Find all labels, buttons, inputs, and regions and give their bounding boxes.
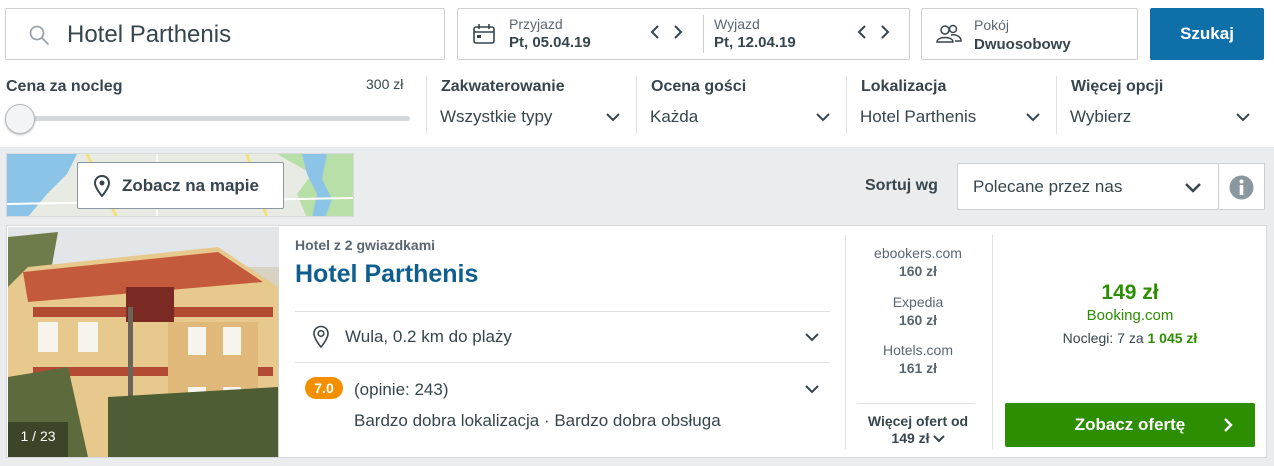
sort-value: Polecane przez nas	[973, 177, 1123, 196]
search-button[interactable]: Szukaj	[1150, 8, 1264, 60]
calendar-icon	[473, 24, 495, 44]
checkin-value[interactable]: Pt, 05.04.19	[509, 34, 591, 51]
search-query[interactable]: Hotel Parthenis	[67, 21, 231, 49]
accommodation-dropdown[interactable]: Wszystkie typy	[440, 100, 622, 134]
filter-divider	[846, 76, 847, 134]
nights-text: Noclegi: 7 za	[1062, 330, 1144, 346]
more-offers-link[interactable]: Więcej ofert od 149 zł	[853, 413, 983, 447]
checkin-label: Przyjazd	[509, 16, 563, 32]
view-map-label: Zobacz na mapie	[122, 175, 259, 195]
sort-info-button[interactable]	[1219, 163, 1265, 210]
more-options-value: Wybierz	[1070, 107, 1132, 126]
partner-name: Expedia	[892, 294, 944, 310]
partner-price: 161 zł	[898, 360, 938, 376]
checkin-next-icon[interactable]	[671, 24, 685, 40]
search-icon	[29, 25, 49, 45]
view-map-button[interactable]: Zobacz na mapie	[77, 162, 284, 209]
rating-value: Każda	[650, 107, 699, 126]
accommodation-filter-label: Zakwaterowanie	[441, 78, 565, 95]
partner-price: 160 zł	[898, 263, 938, 279]
view-deal-button[interactable]: Zobacz ofertę	[1005, 403, 1255, 447]
room-selector[interactable]: Pokój Dwuosobowy	[921, 8, 1138, 60]
chevron-down-icon	[932, 434, 945, 442]
partner-offer[interactable]: Hotels.com 161 zł	[853, 342, 983, 376]
column-divider	[845, 235, 846, 449]
search-input[interactable]: Hotel Parthenis	[5, 8, 445, 60]
offers-divider	[857, 403, 975, 404]
checkout-prev-icon[interactable]	[855, 24, 869, 40]
location-dropdown[interactable]: Hotel Parthenis	[860, 100, 1042, 134]
chevron-down-icon	[606, 113, 620, 122]
location-value: Hotel Parthenis	[860, 107, 977, 126]
chevron-down-icon	[1185, 183, 1201, 193]
map-pin-icon	[313, 325, 329, 349]
chevron-down-icon	[1026, 113, 1040, 122]
hotel-name-link[interactable]: Hotel Parthenis	[295, 260, 478, 289]
sort-label: Sortuj wg	[865, 177, 938, 194]
more-options-dropdown[interactable]: Wybierz	[1070, 100, 1252, 134]
filter-divider	[426, 76, 427, 134]
hotel-photo-image	[8, 227, 279, 457]
reviews-count[interactable]: (opinie: 243)	[354, 380, 449, 400]
filter-divider	[1056, 76, 1057, 134]
room-value: Dwuosobowy	[974, 36, 1071, 53]
checkout-value[interactable]: Pt, 12.04.19	[714, 34, 796, 51]
checkin-prev-icon[interactable]	[648, 24, 662, 40]
partner-price: 160 zł	[898, 312, 938, 328]
hotel-location-text: Wula, 0.2 km do plaży	[345, 327, 512, 346]
chevron-down-icon	[805, 333, 819, 342]
date-divider	[703, 15, 704, 53]
photo-counter: 1 / 23	[20, 428, 56, 444]
price-slider-track[interactable]	[10, 116, 410, 121]
price-filter-label: Cena za nocleg	[6, 78, 123, 95]
location-filter-label: Lokalizacja	[861, 78, 947, 95]
review-highlights: Bardzo dobra lokalizacja · Bardzo dobra …	[354, 411, 721, 430]
column-divider	[992, 235, 993, 449]
rating-filter-label: Ocena gości	[651, 78, 747, 95]
chevron-right-icon	[1224, 418, 1233, 432]
more-options-label: Więcej opcji	[1071, 78, 1164, 95]
partner-offer[interactable]: Expedia 160 zł	[853, 294, 983, 328]
best-price-site: Booking.com	[1086, 307, 1174, 324]
room-label: Pokój	[974, 17, 1010, 33]
checkout-label: Wyjazd	[714, 16, 760, 32]
filter-divider	[636, 76, 637, 134]
best-price: 149 zł	[1101, 281, 1159, 304]
checkout-next-icon[interactable]	[878, 24, 892, 40]
sort-dropdown[interactable]: Polecane przez nas	[957, 163, 1219, 210]
rating-dropdown[interactable]: Każda	[650, 100, 832, 134]
date-picker[interactable]: Przyjazd Pt, 05.04.19 Wyjazd Pt, 12.04.1…	[457, 8, 910, 60]
row-divider	[295, 362, 830, 363]
more-offers-label: Więcej ofert od	[867, 413, 969, 429]
chevron-down-icon	[816, 113, 830, 122]
hotel-stars-text: Hotel z 2 gwiazdkami	[295, 237, 436, 253]
price-slider-handle[interactable]	[5, 104, 35, 134]
view-deal-label: Zobacz ofertę	[1074, 415, 1186, 434]
chevron-down-icon[interactable]	[805, 384, 819, 394]
partner-name: Hotels.com	[882, 342, 954, 358]
more-offers-price: 149 zł	[891, 430, 930, 446]
nights-total: Noclegi: 7 za 1 045 zł	[1005, 330, 1255, 346]
hotel-photo[interactable]	[8, 227, 279, 457]
partner-offer[interactable]: ebookers.com 160 zł	[853, 245, 983, 279]
guests-icon	[936, 24, 962, 43]
map-pin-icon	[94, 174, 110, 197]
total-price: 1 045 zł	[1147, 330, 1198, 346]
rating-badge: 7.0	[305, 377, 343, 399]
chevron-down-icon	[1236, 113, 1250, 122]
price-max-label: 300 zł	[366, 76, 404, 92]
info-icon	[1229, 175, 1254, 200]
partner-name: ebookers.com	[874, 245, 962, 261]
accommodation-value: Wszystkie typy	[440, 107, 553, 126]
